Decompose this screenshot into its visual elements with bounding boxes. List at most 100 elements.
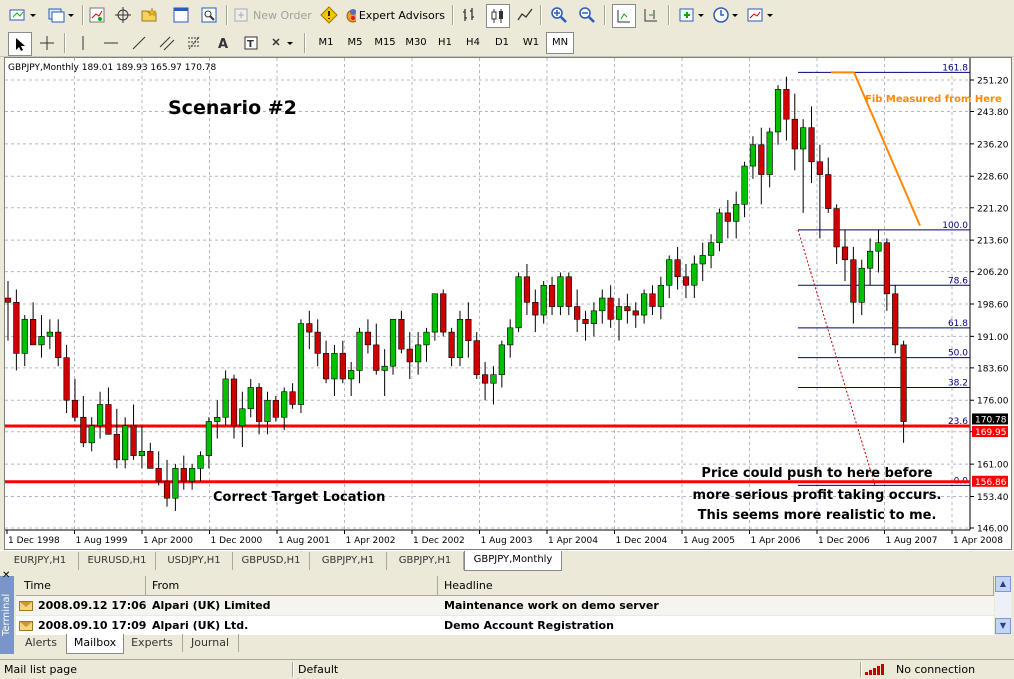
- templates-icon[interactable]: [744, 4, 778, 26]
- candle-body: [574, 306, 581, 320]
- candle-body: [649, 293, 656, 307]
- y-tick-label: 251.20: [977, 77, 1009, 87]
- price-label: 156.86: [975, 478, 1007, 488]
- periods-clock-icon[interactable]: [710, 4, 744, 26]
- vertical-line-icon[interactable]: [72, 32, 94, 54]
- candle-body: [833, 208, 840, 248]
- candle-body: [381, 365, 388, 371]
- scroll-up-icon[interactable]: ▲: [995, 576, 1011, 592]
- candle-body: [356, 331, 363, 371]
- candle-body: [214, 416, 221, 422]
- terminal-tab-mailbox[interactable]: Mailbox: [66, 634, 124, 654]
- zoom-out-icon[interactable]: [576, 4, 598, 26]
- timeframe-m5[interactable]: M5: [341, 33, 369, 53]
- chart-tab[interactable]: GBPUSD,H1: [233, 552, 310, 570]
- candle-body: [632, 310, 639, 316]
- indicators-icon[interactable]: [676, 4, 710, 26]
- chart-tab[interactable]: GBPJPY,H1: [310, 552, 387, 570]
- y-tick-label: 206.20: [977, 268, 1009, 278]
- timeframe-m15[interactable]: M15: [370, 33, 400, 53]
- chart-tab[interactable]: GBPJPY,H1: [387, 552, 464, 570]
- market-watch-icon[interactable]: [86, 4, 108, 26]
- strategy-tester-icon[interactable]: [198, 4, 220, 26]
- candle-body: [289, 391, 296, 405]
- timeframe-mn[interactable]: MN: [546, 32, 574, 54]
- column-header-time[interactable]: Time: [16, 576, 146, 595]
- candle-body: [800, 127, 807, 150]
- crosshair-navigator-icon[interactable]: [112, 4, 134, 26]
- candle-body: [314, 331, 321, 354]
- x-tick-label: 1 Apr 2006: [751, 536, 801, 546]
- equidistant-channel-icon[interactable]: [156, 32, 178, 54]
- trendline-icon[interactable]: [128, 32, 150, 54]
- timeframe-h1[interactable]: H1: [432, 33, 458, 53]
- x-tick-label: 1 Apr 2000: [143, 536, 193, 546]
- line-chart-icon[interactable]: [514, 4, 536, 26]
- price-label: 169.95: [975, 428, 1007, 438]
- chart-tab[interactable]: EURUSD,H1: [79, 552, 156, 570]
- new-order-button[interactable]: New Order: [232, 4, 318, 26]
- candle-body: [264, 399, 271, 422]
- timeframe-m1[interactable]: M1: [312, 33, 340, 53]
- fib-level-label: 78.6: [948, 276, 968, 286]
- candle-body: [331, 353, 338, 380]
- crosshair-icon[interactable]: [36, 32, 58, 54]
- timeframe-h4[interactable]: H4: [459, 33, 487, 53]
- candle-body: [875, 242, 882, 252]
- timeframe-m30[interactable]: M30: [401, 33, 431, 53]
- column-header-headline[interactable]: Headline: [438, 576, 994, 595]
- terminal-tab-alerts[interactable]: Alerts: [16, 634, 67, 652]
- timeframe-d1[interactable]: D1: [488, 33, 516, 53]
- zoom-in-icon[interactable]: [548, 4, 570, 26]
- bar-chart-icon[interactable]: [458, 4, 480, 26]
- arrows-dropdown-icon[interactable]: [268, 32, 298, 54]
- text-label-icon[interactable]: T: [240, 32, 262, 54]
- candle-body: [498, 344, 505, 375]
- folder-star-icon[interactable]: [138, 4, 160, 26]
- terminal-tab-journal[interactable]: Journal: [182, 634, 239, 652]
- fibonacci-retracement-icon[interactable]: [184, 32, 206, 54]
- column-header-from[interactable]: From: [146, 576, 438, 595]
- chart-tab[interactable]: USDJPY,H1: [156, 552, 233, 570]
- candle-body: [406, 348, 413, 363]
- cursor-arrow-icon[interactable]: [8, 32, 32, 56]
- scroll-down-icon[interactable]: ▼: [995, 618, 1011, 634]
- mail-envelope-icon: [19, 621, 33, 631]
- candle-body: [532, 301, 539, 316]
- profiles-icon[interactable]: [44, 4, 78, 26]
- chart-tabs: EURJPY,H1 EURUSD,H1 USDJPY,H1 GBPUSD,H1 GBPJ…: [0, 550, 1014, 572]
- new-chart-icon[interactable]: [6, 4, 40, 26]
- alert-warning-icon[interactable]: [318, 4, 340, 26]
- table-row[interactable]: 2008.09.10 17:09 Alpari (UK) Ltd. Demo A…: [16, 616, 994, 635]
- chart-shift-icon[interactable]: [640, 4, 662, 26]
- candle-body: [239, 408, 246, 427]
- connection-bars-icon: [865, 664, 887, 675]
- chart-tab[interactable]: GBPJPY,Monthly: [464, 551, 562, 571]
- x-tick-label: 1 Dec 2006: [818, 536, 870, 546]
- chart-window[interactable]: 1 Dec 1998 1 Aug 1999 1 Apr 2000 1 Dec 2000…: [4, 57, 1012, 550]
- horizontal-line-icon[interactable]: [100, 32, 122, 54]
- terminal-window-icon[interactable]: [170, 4, 192, 26]
- table-row[interactable]: 2008.09.12 17:06 Alpari (UK) Limited Mai…: [16, 596, 994, 615]
- status-separator: [860, 662, 862, 677]
- price-label: 170.78: [975, 415, 1007, 425]
- candle-body: [582, 319, 589, 324]
- candle-body: [138, 451, 146, 456]
- candle-body: [841, 246, 849, 261]
- auto-scroll-icon[interactable]: [612, 4, 636, 28]
- candle-body: [808, 127, 815, 163]
- timeframe-w1[interactable]: W1: [517, 33, 545, 53]
- svg-text:T: T: [247, 39, 254, 50]
- text-tool-icon[interactable]: A: [212, 32, 234, 54]
- y-tick-label: 243.80: [977, 108, 1009, 118]
- close-icon[interactable]: ✕: [2, 570, 10, 581]
- candle-body: [465, 319, 472, 341]
- candlestick-chart-icon[interactable]: [486, 4, 510, 28]
- price-chart[interactable]: 1 Dec 1998 1 Aug 1999 1 Apr 2000 1 Dec 2000…: [5, 58, 1011, 549]
- expert-advisors-button[interactable]: Expert Advisors: [344, 4, 448, 26]
- terminal-scrollbar[interactable]: ▲ ▼: [995, 576, 1011, 634]
- status-message: Mail list page: [4, 663, 77, 676]
- chart-tab[interactable]: EURJPY,H1: [2, 552, 79, 570]
- candle-body: [46, 331, 53, 337]
- terminal-tab-experts[interactable]: Experts: [122, 634, 183, 652]
